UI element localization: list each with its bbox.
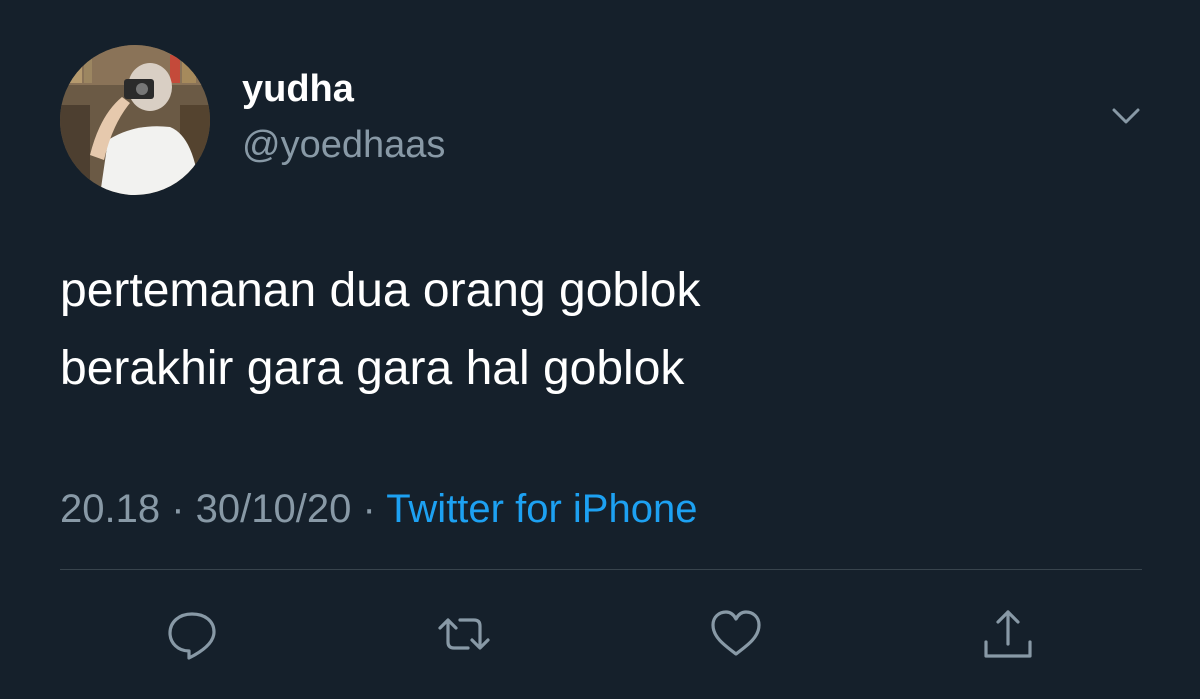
avatar-photo: [60, 45, 210, 195]
tweet-detail: yudha @yoedhaas pertemanan dua orang gob…: [0, 0, 1200, 699]
chevron-down-icon[interactable]: [1104, 100, 1148, 132]
reply-icon[interactable]: [162, 604, 222, 664]
share-icon[interactable]: [978, 604, 1038, 664]
avatar[interactable]: [60, 45, 210, 195]
meta-separator: ·: [160, 487, 196, 531]
tweet-text-line: berakhir gara gara hal goblok: [60, 342, 685, 395]
display-name[interactable]: yudha: [242, 66, 354, 112]
tweet-source-link[interactable]: Twitter for iPhone: [386, 487, 697, 531]
tweet-text: pertemanan dua orang goblok berakhir gar…: [60, 252, 1140, 408]
heart-icon[interactable]: [706, 604, 766, 664]
tweet-date[interactable]: 30/10/20: [196, 487, 352, 531]
user-handle[interactable]: @yoedhaas: [242, 122, 445, 168]
meta-separator: ·: [351, 487, 387, 531]
tweet-text-line: pertemanan dua orang goblok: [60, 264, 701, 317]
tweet-meta: 20.18 · 30/10/20 · Twitter for iPhone: [60, 484, 697, 534]
retweet-icon[interactable]: [434, 604, 494, 664]
tweet-time[interactable]: 20.18: [60, 487, 160, 531]
divider: [60, 569, 1142, 570]
